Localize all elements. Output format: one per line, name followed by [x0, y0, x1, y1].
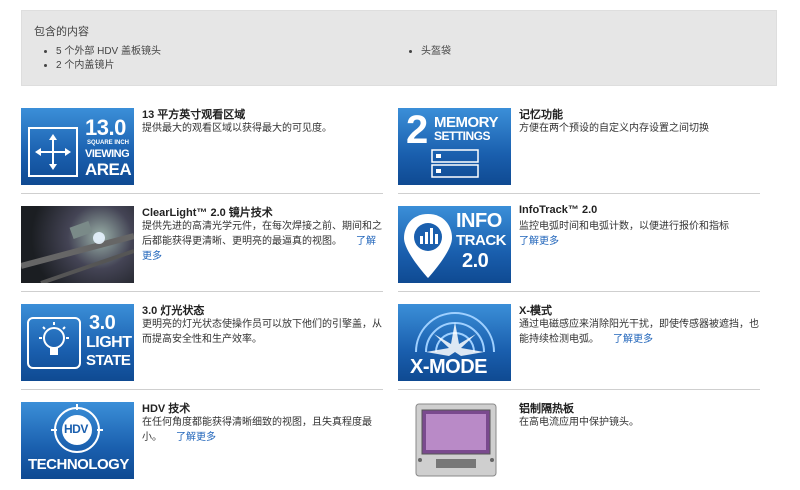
icon-text: LIGHT — [86, 334, 132, 351]
feature-desc-text: 监控电弧时间和电弧计数，以便进行报价和指标 — [519, 221, 729, 232]
icon-text: TRACK — [456, 232, 507, 249]
learn-more-link[interactable]: 了解更多 — [613, 334, 653, 345]
feature-clearlight: ClearLight™ 2.0 镜片技术 提供先进的高清光学元件，在每次焊接之前… — [21, 206, 383, 292]
icon-text: SQUARE INCH — [87, 140, 130, 146]
icon-text: AREA — [85, 160, 132, 179]
feature-desc: 通过电磁感应来消除阳光干扰，即使传感器被遮挡，也能持续检测电弧。 了解更多 — [519, 317, 759, 347]
feature-title: 铝制隔热板 — [519, 403, 574, 415]
feature-desc: 在高电流应用中保护镜头。 — [519, 417, 639, 428]
feature-title: 记忆功能 — [519, 109, 563, 121]
divider — [398, 389, 760, 390]
feature-light-state: 3.0 LIGHT STATE 3.0 灯光状态 更明亮的灯光状态使操作员可以放… — [21, 304, 383, 390]
xmode-icon: X-MODE — [398, 304, 511, 381]
icon-text: TECHNOLOGY — [28, 456, 129, 473]
feature-title: ClearLight™ 2.0 镜片技术 — [142, 207, 273, 219]
icon-text: VIEWING — [85, 148, 130, 160]
welding-photo-icon — [21, 206, 134, 283]
feature-memory: 2 MEMORY SETTINGS 记忆功能 方便在两个预设的自定义内存设置之间… — [398, 108, 760, 194]
learn-more-link[interactable]: 了解更多 — [176, 432, 216, 443]
hdv-technology-icon: HDV TECHNOLOGY — [21, 402, 134, 479]
feature-title: 13 平方英寸观看区域 — [142, 109, 246, 121]
feature-desc: 提供最大的观看区域以获得最大的可见度。 — [142, 123, 332, 134]
divider — [21, 193, 383, 194]
feature-desc: 在任何角度都能获得清晰细致的视图，且失真程度最小。 了解更多 — [142, 415, 382, 445]
memory-settings-icon: 2 MEMORY SETTINGS — [398, 108, 511, 185]
included-list-right: 头盔袋 — [399, 45, 764, 59]
feature-viewing-area: 13.0 SQUARE INCH VIEWING AREA 13 平方英寸观看区… — [21, 108, 383, 194]
included-contents-box: 包含的内容 5 个外部 HDV 盖板镜头 2 个内盖镜片 头盔袋 — [21, 10, 777, 86]
heatshield-photo-icon — [398, 402, 511, 479]
icon-text: X-MODE — [410, 356, 488, 378]
feature-xmode: X-MODE X-模式 通过电磁感应来消除阳光干扰，即使传感器被遮挡，也能持续检… — [398, 304, 760, 390]
included-contents-title: 包含的内容 — [34, 26, 89, 38]
learn-more-link[interactable]: 了解更多 — [519, 236, 559, 247]
feature-title: X-模式 — [519, 305, 552, 317]
feature-hdv: HDV TECHNOLOGY HDV 技术 在任何角度都能获得清晰细致的视图，且… — [21, 402, 383, 488]
infotrack-icon: INFO TRACK 2.0 — [398, 206, 511, 283]
icon-text: INFO — [456, 210, 502, 232]
icon-text: 13.0 — [85, 115, 126, 140]
list-item: 5 个外部 HDV 盖板镜头 — [56, 45, 399, 59]
feature-title: InfoTrack™ 2.0 — [519, 204, 598, 216]
feature-title: HDV 技术 — [142, 403, 191, 415]
icon-text: 3.0 — [89, 312, 116, 334]
divider — [398, 193, 760, 194]
icon-text: 2.0 — [462, 250, 489, 272]
feature-desc: 提供先进的高清光学元件，在每次焊接之前、期间和之后都能获得更清晰、更明亮的最逼真… — [142, 219, 382, 264]
divider — [398, 291, 760, 292]
icon-text: HDV — [64, 422, 88, 436]
feature-desc: 方便在两个预设的自定义内存设置之间切换 — [519, 123, 709, 134]
feature-infotrack: INFO TRACK 2.0 InfoTrack™ 2.0 监控电弧时间和电弧计… — [398, 204, 760, 292]
light-state-icon: 3.0 LIGHT STATE — [21, 304, 134, 381]
included-list-left: 5 个外部 HDV 盖板镜头 2 个内盖镜片 — [34, 45, 399, 73]
feature-desc-text: 提供先进的高清光学元件，在每次焊接之前、期间和之后都能获得更清晰、更明亮的最逼真… — [142, 221, 382, 247]
viewing-area-icon: 13.0 SQUARE INCH VIEWING AREA — [21, 108, 134, 185]
feature-title: 3.0 灯光状态 — [142, 305, 205, 317]
divider — [21, 291, 383, 292]
divider — [21, 389, 383, 390]
feature-desc: 监控电弧时间和电弧计数，以便进行报价和指标 了解更多 — [519, 219, 759, 249]
list-item: 头盔袋 — [421, 45, 764, 59]
feature-desc: 更明亮的灯光状态使操作员可以放下他们的引擎盖，从而提高安全性和生产效率。 — [142, 319, 382, 345]
icon-text: STATE — [86, 352, 131, 369]
list-item: 2 个内盖镜片 — [56, 59, 399, 73]
feature-heatshield: 铝制隔热板 在高电流应用中保护镜头。 — [398, 402, 760, 488]
